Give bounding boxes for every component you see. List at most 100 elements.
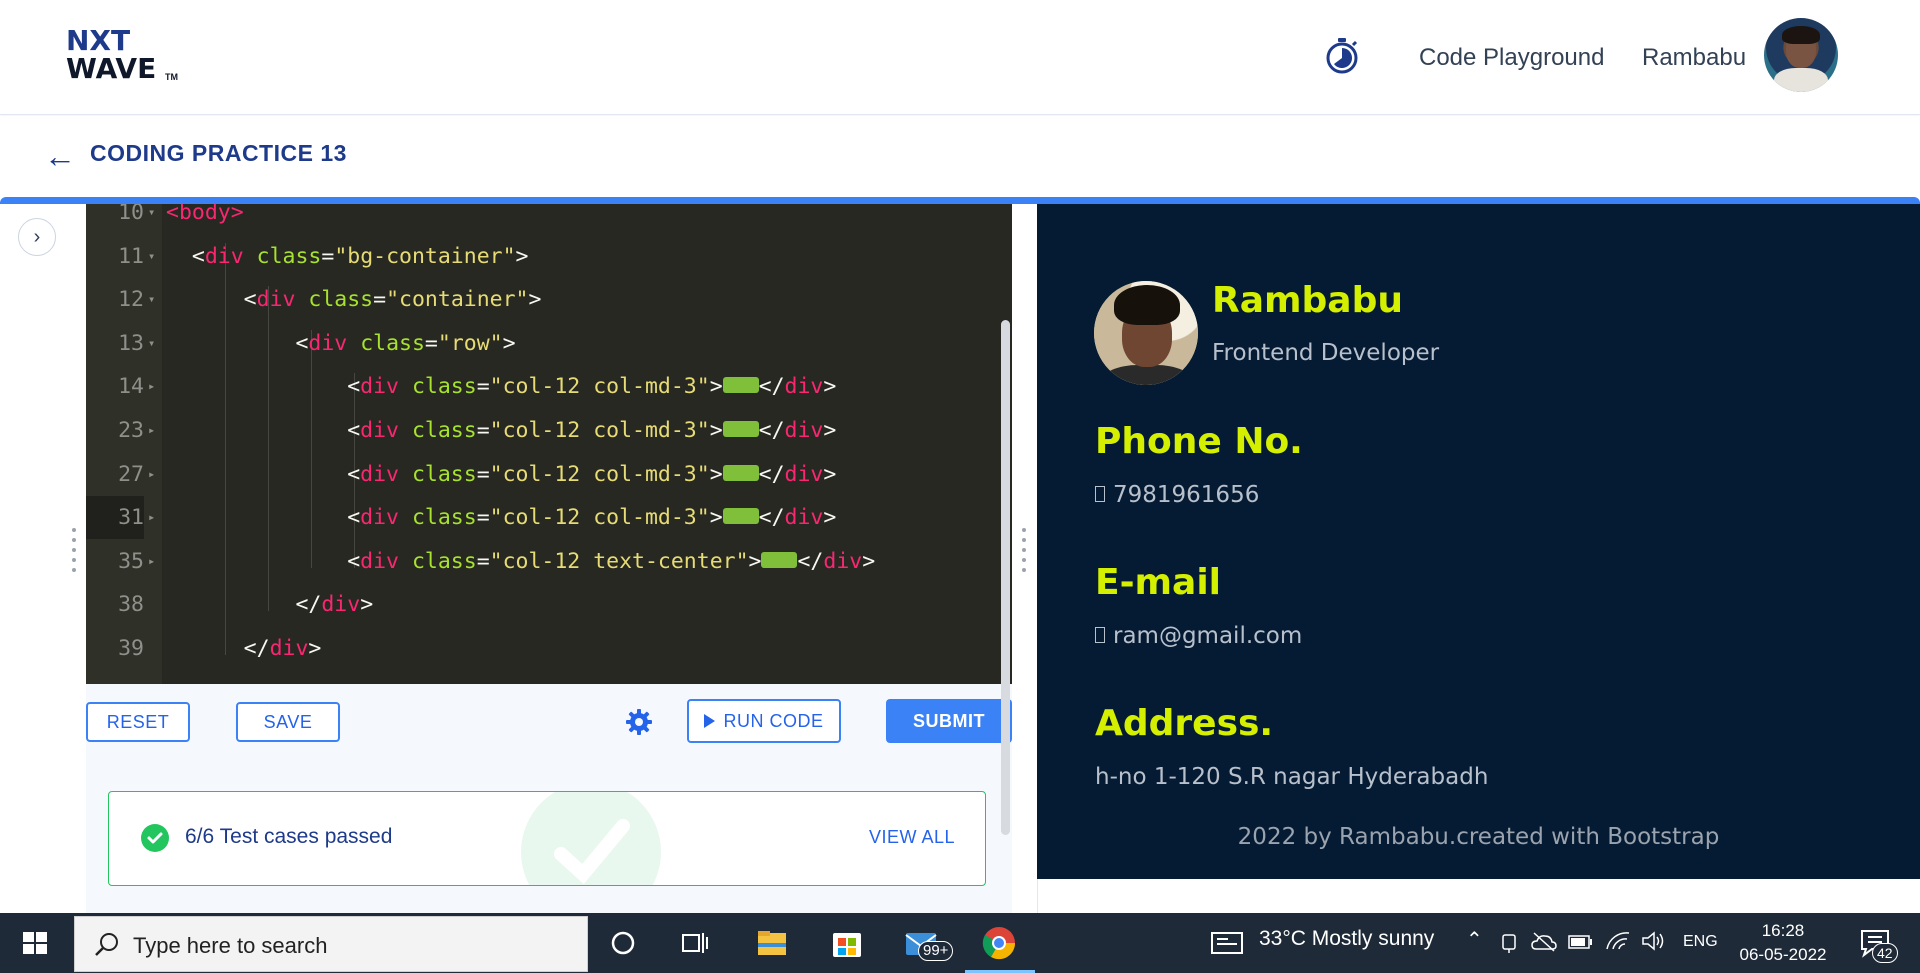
fold-arrow-icon[interactable]: ▸ — [148, 496, 155, 539]
user-avatar[interactable] — [1764, 18, 1838, 92]
logo-line-2: WAVE — [66, 52, 157, 85]
microsoft-store-icon[interactable] — [827, 923, 867, 963]
phone-heading: Phone No. — [1095, 421, 1303, 462]
taskbar-search-box[interactable]: Type here to search — [74, 916, 588, 972]
profile-avatar — [1094, 281, 1198, 385]
test-results-panel: 6/6 Test cases passed VIEW ALL — [108, 791, 986, 886]
phone-value: 7981961656 — [1095, 482, 1259, 508]
code-line[interactable]: 11 ▾ <div class="bg-container"> — [86, 235, 1012, 278]
file-explorer-icon[interactable] — [752, 923, 792, 963]
code-text: <body> — [166, 204, 244, 225]
volume-icon[interactable] — [1640, 929, 1666, 953]
username-label[interactable]: Rambabu — [1642, 44, 1746, 72]
view-all-link[interactable]: VIEW ALL — [869, 827, 955, 848]
test-status-text: 6/6 Test cases passed — [185, 825, 393, 848]
code-text: <div class="col-12 text-center"> </div> — [347, 548, 876, 574]
line-number: 31 — [86, 496, 144, 540]
fold-arrow-icon[interactable]: ▸ — [148, 453, 155, 496]
code-text: </div> — [243, 636, 322, 661]
wifi-icon[interactable] — [1605, 929, 1631, 953]
gear-icon[interactable] — [625, 708, 653, 736]
save-button[interactable]: SAVE — [236, 702, 340, 742]
phone-number: 7981961656 — [1113, 482, 1260, 508]
code-line[interactable]: 35 ▸ <div class="col-12 text-center"> </di… — [86, 540, 1012, 583]
notification-badge: 42 — [1872, 943, 1898, 963]
code-line[interactable]: 13 ▾ <div class="row"> — [86, 322, 1012, 365]
code-text: <div class="col-12 col-md-3"> </div> — [347, 505, 837, 531]
onedrive-icon[interactable] — [1530, 931, 1558, 953]
practice-title: CODING PRACTICE 13 — [90, 140, 347, 166]
code-editor[interactable]: 10 ▾ <body> 11 ▾ <div class="bg-container"> 1… — [86, 204, 1012, 684]
run-code-button[interactable]: RUN CODE — [687, 699, 841, 743]
line-number: 12 — [118, 287, 144, 313]
windows-start-icon[interactable] — [0, 913, 70, 973]
fold-arrow-icon[interactable]: ▸ — [148, 409, 155, 452]
line-number: 23 — [118, 418, 144, 443]
code-line[interactable]: 14 ▸ <div class="col-12 col-md-3"> </div> — [86, 365, 1012, 408]
code-text: <div class="col-12 col-md-3"> </div> — [347, 461, 837, 487]
code-line[interactable]: 39 </div> — [86, 627, 1012, 670]
language-indicator[interactable]: ENG — [1683, 933, 1718, 951]
drag-handle-left[interactable] — [71, 528, 77, 584]
line-number: 11 — [118, 243, 144, 269]
missing-glyph-icon — [1095, 485, 1105, 502]
folded-code-marker[interactable] — [761, 551, 798, 568]
code-text: <div class="container"> — [243, 287, 542, 313]
expand-sidebar-button[interactable]: › — [18, 218, 56, 256]
editor-scrollbar[interactable] — [1001, 320, 1010, 835]
drag-handle-right[interactable] — [1021, 528, 1027, 584]
folded-code-marker[interactable] — [722, 377, 759, 394]
address-heading: Address. — [1095, 703, 1274, 744]
chevron-up-icon[interactable]: ⌃ — [1466, 927, 1483, 952]
line-number: 39 — [118, 636, 144, 661]
nxtwave-logo[interactable]: NXT WAVE TM — [66, 24, 186, 85]
code-text: </div> — [295, 592, 374, 618]
code-text: <div class="col-12 col-md-3"> </div> — [347, 374, 837, 400]
line-number: 10 — [118, 204, 144, 225]
fold-arrow-icon[interactable]: ▸ — [148, 365, 155, 408]
battery-icon[interactable] — [1568, 933, 1594, 951]
top-header: NXT WAVE TM Code Playground Rambabu — [0, 0, 1920, 115]
line-number: 27 — [118, 461, 144, 487]
code-line[interactable]: 10 ▾ <body> — [86, 204, 1012, 234]
reset-button[interactable]: RESET — [86, 702, 190, 742]
fold-arrow-icon[interactable]: ▸ — [148, 540, 155, 583]
fold-arrow-icon[interactable]: ▾ — [148, 235, 155, 278]
fold-arrow-icon[interactable]: ▾ — [148, 278, 155, 321]
missing-glyph-icon — [1095, 626, 1105, 643]
clock[interactable]: 16:28 06-05-2022 — [1733, 919, 1833, 967]
fold-arrow-icon[interactable]: ▾ — [148, 322, 155, 365]
folded-code-marker[interactable] — [722, 464, 759, 481]
clock-date: 06-05-2022 — [1739, 945, 1827, 964]
code-playground-link[interactable]: Code Playground — [1419, 44, 1604, 72]
weather-text[interactable]: 33°C Mostly sunny — [1259, 927, 1434, 951]
profile-name: Rambabu — [1212, 280, 1403, 321]
check-watermark-icon — [521, 792, 661, 885]
preview-footer: 2022 by Rambabu.created with Bootstrap — [1237, 824, 1720, 850]
chrome-icon[interactable] — [979, 923, 1019, 963]
mail-badge: 99+ — [918, 941, 954, 961]
folded-code-marker[interactable] — [722, 508, 759, 525]
search-icon — [95, 933, 118, 956]
task-view-icon[interactable] — [675, 923, 715, 963]
stopwatch-icon[interactable] — [1322, 36, 1362, 76]
code-line[interactable]: 12 ▾ <div class="container"> — [86, 278, 1012, 321]
search-placeholder: Type here to search — [133, 933, 328, 958]
logo-tm: TM — [165, 72, 178, 82]
cortana-icon[interactable] — [603, 923, 643, 963]
submit-button[interactable]: SUBMIT — [886, 699, 1012, 743]
play-icon — [704, 714, 716, 729]
code-line[interactable]: 23 ▸ <div class="col-12 col-md-3"> </div> — [86, 409, 1012, 452]
news-weather-icon[interactable] — [1210, 929, 1246, 957]
meet-icon[interactable] — [1500, 931, 1520, 955]
folded-code-marker[interactable] — [722, 421, 759, 437]
code-line[interactable]: 38 </div> — [86, 583, 1012, 626]
email-value: ram@gmail.com — [1095, 623, 1302, 649]
code-line[interactable]: 27 ▸ <div class="col-12 col-md-3"> </div> — [86, 453, 1012, 496]
arrow-left-icon[interactable]: ← — [44, 140, 76, 172]
check-circle-icon — [141, 824, 169, 852]
code-text: <div class="row"> — [295, 330, 516, 356]
fold-arrow-icon[interactable]: ▾ — [148, 204, 155, 234]
code-line[interactable]: 31 ▸ <div class="col-12 col-md-3"> </div> — [86, 496, 1012, 540]
email-address: ram@gmail.com — [1113, 623, 1303, 649]
